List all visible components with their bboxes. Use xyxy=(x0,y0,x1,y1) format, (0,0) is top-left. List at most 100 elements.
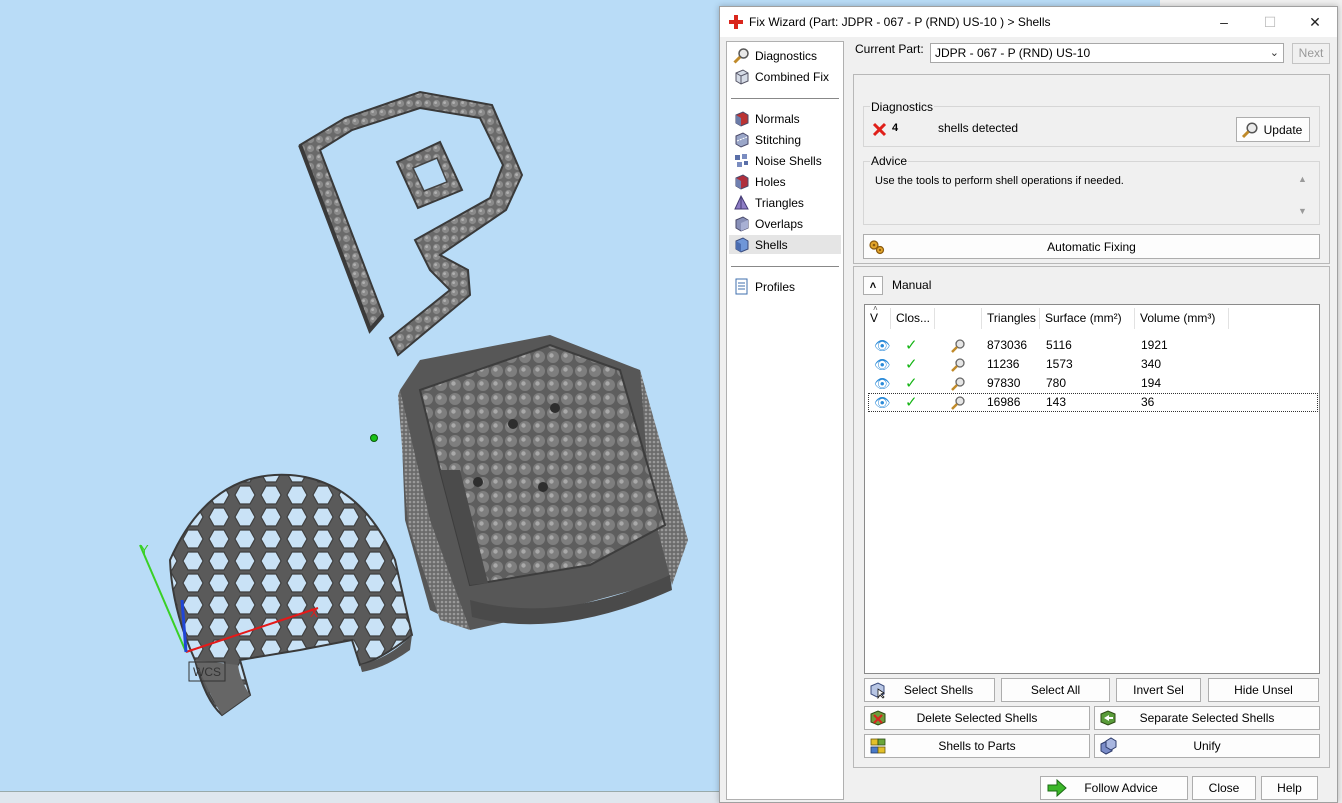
nav-item-profiles[interactable]: Profiles xyxy=(729,277,841,296)
column-header-surface[interactable]: Surface (mm²) xyxy=(1040,308,1135,329)
maximize-button[interactable]: ☐ xyxy=(1260,12,1280,32)
column-header-triangles[interactable]: Triangles xyxy=(982,308,1040,329)
check-icon: ✓ xyxy=(905,394,918,411)
shells-to-parts-icon xyxy=(870,738,886,754)
select-shells-button[interactable]: Select Shells xyxy=(864,678,995,702)
nav-item-stitching[interactable]: Stitching xyxy=(729,130,841,149)
eye-icon[interactable]: 👁 xyxy=(874,374,891,393)
overlaps-cube-icon xyxy=(735,216,749,232)
bottom-ruler xyxy=(0,791,720,803)
unify-icon xyxy=(1100,737,1117,755)
nav-item-noise-shells[interactable]: Noise Shells xyxy=(729,151,841,170)
red-x-icon xyxy=(872,122,887,137)
column-header-select[interactable] xyxy=(935,308,982,329)
table-row[interactable]: 👁 ✓ 16986 143 36 xyxy=(868,393,1318,412)
next-button[interactable]: Next xyxy=(1292,43,1330,64)
noise-shells-icon xyxy=(735,154,748,167)
collapse-manual-button[interactable]: ˄ xyxy=(863,276,883,295)
magnifier-icon[interactable] xyxy=(950,357,966,373)
unify-button[interactable]: Unify xyxy=(1094,734,1320,758)
viewport-scene: Y X WCS xyxy=(139,90,688,717)
close-button[interactable]: Close xyxy=(1192,776,1256,800)
hide-unsel-button[interactable]: Hide Unsel xyxy=(1208,678,1319,702)
triangles-cell: 97830 xyxy=(987,376,1021,390)
nav-item-triangles[interactable]: Triangles xyxy=(729,193,841,212)
minimize-button[interactable]: – xyxy=(1214,12,1234,32)
check-icon: ✓ xyxy=(905,356,918,373)
table-row[interactable]: 👁 ✓ 873036 5116 1921 xyxy=(868,336,1318,355)
volume-cell: 340 xyxy=(1141,357,1162,371)
current-part-value: JDPR - 067 - P (RND) US-10 xyxy=(935,46,1091,60)
help-button[interactable]: Help xyxy=(1261,776,1318,800)
window-title: Fix Wizard (Part: JDPR - 067 - P (RND) U… xyxy=(749,15,1051,29)
diagnostics-title: Diagnostics xyxy=(870,100,935,114)
nav-item-diagnostics[interactable]: Diagnostics xyxy=(729,46,841,65)
diagnostics-panel: Diagnostics 4 shells detected Update Adv… xyxy=(853,74,1330,264)
nav-label: Shells xyxy=(755,237,788,252)
eye-icon[interactable]: 👁 xyxy=(874,355,891,374)
nav-item-shells[interactable]: Shells xyxy=(729,235,841,254)
scroll-down-icon[interactable]: ▼ xyxy=(1298,206,1307,216)
separate-selected-shells-button[interactable]: Separate Selected Shells xyxy=(1094,706,1320,730)
manual-title: Manual xyxy=(892,278,932,292)
chevron-up-icon: ˄ xyxy=(869,279,877,292)
axis-y-label: Y xyxy=(140,542,149,557)
red-cross-icon xyxy=(729,15,743,29)
eye-icon[interactable]: 👁 xyxy=(874,393,891,412)
chevron-down-icon: ⌄ xyxy=(1269,47,1279,59)
scroll-up-icon[interactable]: ▲ xyxy=(1298,174,1307,184)
holes-cube-icon xyxy=(735,174,749,190)
cube-icon xyxy=(735,69,749,85)
automatic-fixing-button[interactable]: Automatic Fixing xyxy=(863,234,1320,259)
normals-cube-icon xyxy=(735,111,749,127)
close-window-button[interactable]: ✕ xyxy=(1305,12,1325,32)
nav-item-overlaps[interactable]: Overlaps xyxy=(729,214,841,233)
magnifier-icon[interactable] xyxy=(950,338,966,354)
stitching-cube-icon xyxy=(735,132,749,148)
select-shells-label: Select Shells xyxy=(903,683,974,697)
eye-icon[interactable]: 👁 xyxy=(874,336,891,355)
column-header-volume[interactable]: Volume (mm³) xyxy=(1135,308,1229,329)
select-all-button[interactable]: Select All xyxy=(1001,678,1110,702)
nav-label: Profiles xyxy=(755,279,796,294)
magnifier-icon[interactable] xyxy=(950,395,966,411)
follow-advice-button[interactable]: Follow Advice xyxy=(1040,776,1188,800)
title-bar[interactable]: Fix Wizard (Part: JDPR - 067 - P (RND) U… xyxy=(720,7,1337,37)
nav-item-holes[interactable]: Holes xyxy=(729,172,841,191)
current-part-select[interactable]: JDPR - 067 - P (RND) US-10 ⌄ xyxy=(930,43,1284,63)
unify-label: Unify xyxy=(1193,739,1221,753)
column-header-closed[interactable]: Clos... xyxy=(891,308,935,329)
nav-separator xyxy=(731,266,839,267)
invert-sel-button[interactable]: Invert Sel xyxy=(1116,678,1201,702)
check-icon: ✓ xyxy=(905,337,918,354)
triangles-cell: 873036 xyxy=(987,338,1028,352)
3d-viewport[interactable]: Y X WCS xyxy=(0,0,720,803)
wcs-label: WCS xyxy=(193,665,221,679)
magnifier-icon[interactable] xyxy=(950,376,966,392)
triangles-cell: 16986 xyxy=(987,395,1021,409)
surface-cell: 143 xyxy=(1046,395,1067,409)
nav-label: Noise Shells xyxy=(755,153,822,168)
shells-to-parts-button[interactable]: Shells to Parts xyxy=(864,734,1090,758)
table-row[interactable]: 👁 ✓ 11236 1573 340 xyxy=(868,355,1318,374)
check-icon: ✓ xyxy=(905,375,918,392)
magnifier-icon xyxy=(733,48,749,64)
delete-selected-shells-label: Delete Selected Shells xyxy=(916,711,1038,725)
advice-text: Use the tools to perform shell operation… xyxy=(875,175,1124,187)
update-button[interactable]: Update xyxy=(1236,117,1310,142)
shells-table[interactable]: V Clos... Triangles Surface (mm²) Volume… xyxy=(864,304,1320,674)
fix-wizard-dialog: Fix Wizard (Part: JDPR - 067 - P (RND) U… xyxy=(719,6,1338,803)
delete-selected-shells-button[interactable]: Delete Selected Shells xyxy=(864,706,1090,730)
nav-item-normals[interactable]: Normals xyxy=(729,109,841,128)
column-header-visible[interactable]: V xyxy=(865,308,891,329)
volume-cell: 36 xyxy=(1141,395,1155,409)
nav-separator xyxy=(731,98,839,99)
nav-label: Diagnostics xyxy=(755,48,818,63)
table-row[interactable]: 👁 ✓ 97830 780 194 xyxy=(868,374,1318,393)
nav-label: Stitching xyxy=(755,132,802,147)
surface-cell: 5116 xyxy=(1046,338,1072,352)
delete-shell-icon xyxy=(870,710,886,726)
nav-item-combined-fix[interactable]: Combined Fix xyxy=(729,67,841,86)
nav-label: Triangles xyxy=(755,195,804,210)
advice-group xyxy=(863,161,1320,225)
